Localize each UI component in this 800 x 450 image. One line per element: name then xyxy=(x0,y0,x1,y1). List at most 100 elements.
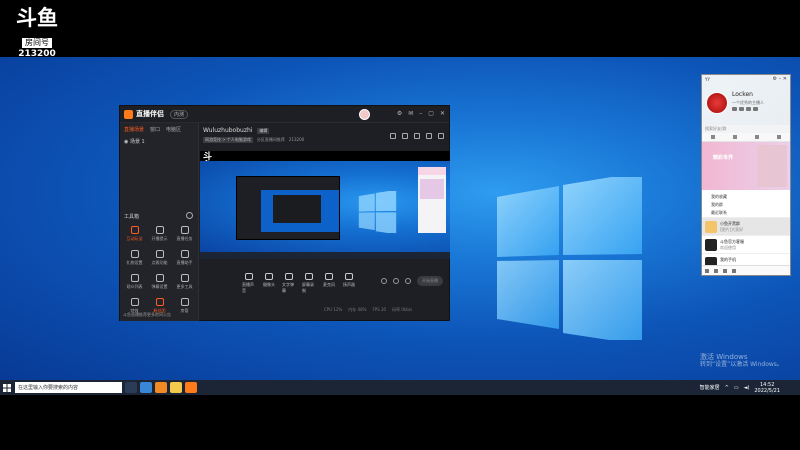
find-icon[interactable] xyxy=(723,268,727,273)
control-audio[interactable]: 直播声音 xyxy=(242,273,256,294)
record-icon[interactable] xyxy=(414,133,420,139)
tab-window[interactable]: 窗口 xyxy=(150,126,160,133)
camera-toggle-icon[interactable] xyxy=(381,278,387,284)
stream-preview[interactable]: 斗鱼 xyxy=(200,151,450,259)
status-icon[interactable] xyxy=(732,107,737,111)
tab-pc[interactable]: 电脑区 xyxy=(166,126,181,133)
tool-item[interactable]: 礼物设置 xyxy=(122,250,147,266)
control-speaker[interactable]: 扬声器 xyxy=(342,273,356,294)
tool-item[interactable]: 开播提示 xyxy=(147,226,172,242)
status-icon[interactable] xyxy=(753,107,758,111)
share-screen-icon[interactable] xyxy=(402,133,408,139)
status-icon[interactable] xyxy=(739,107,744,111)
room-title[interactable]: Wuluzhubobuzhi 编辑 xyxy=(203,127,270,134)
live-companion-window[interactable]: 直播伴侣 内测 ⚙ ✉ – ▢ ✕ 直播场景 窗口 电脑区 ◉ 场景 1 工具箱 xyxy=(119,105,450,321)
volume-icon[interactable]: ◄) xyxy=(744,385,750,391)
contacts-tab-icon[interactable] xyxy=(711,135,715,139)
tool-item[interactable]: 房管 xyxy=(172,298,197,314)
tool-item[interactable]: 更多工具 xyxy=(172,274,197,290)
control-mic[interactable]: 麦克风 xyxy=(322,273,336,294)
edit-room-tag[interactable]: 编辑 xyxy=(257,128,270,134)
tool-item[interactable]: 点歌功能 xyxy=(147,250,172,266)
close-icon[interactable]: ✕ xyxy=(440,110,445,117)
room-label: 房间号 xyxy=(22,38,52,48)
bell-icon[interactable] xyxy=(426,133,432,139)
status-icon[interactable] xyxy=(746,107,751,111)
scene-label: 场景 1 xyxy=(129,139,145,145)
tool-item[interactable]: 弹幕设置 xyxy=(147,274,172,290)
browser-icon[interactable] xyxy=(155,382,167,393)
taskbar-search-input[interactable]: 在这里输入你要搜索的内容 xyxy=(15,382,122,393)
app-pinned-icon[interactable] xyxy=(140,382,152,393)
minimize-icon[interactable]: – xyxy=(419,110,422,117)
start-live-button[interactable]: 开始直播 xyxy=(417,276,443,286)
chat-menu-item[interactable]: 我的收藏 xyxy=(711,193,790,201)
chat-item-subtitle: [图片]大家好 xyxy=(720,227,744,232)
control-screen[interactable]: 屏幕录制 xyxy=(302,273,316,294)
groups-tab-icon[interactable] xyxy=(733,135,737,139)
chat-status-icons xyxy=(732,107,758,111)
layout-icon[interactable] xyxy=(390,133,396,139)
add-contact-icon[interactable] xyxy=(714,268,718,273)
chat-banner[interactable]: 精彩世界 xyxy=(702,142,790,190)
maximize-icon[interactable]: ▢ xyxy=(428,110,434,117)
tray-arrow-icon[interactable]: ^ xyxy=(725,385,729,391)
settings-icon[interactable]: ⚙ xyxy=(397,110,402,117)
chat-avatar[interactable] xyxy=(706,92,728,114)
preview-desktop xyxy=(200,161,450,252)
record-toggle-icon[interactable] xyxy=(393,278,399,284)
chat-signature[interactable]: 一个优秀的主播人 xyxy=(732,100,764,106)
chat-banner-text: 精彩世界 xyxy=(713,155,734,161)
scene-row[interactable]: ◉ 场景 1 xyxy=(120,136,198,147)
tab-live-scene[interactable]: 直播场景 xyxy=(124,126,144,133)
share-icon[interactable] xyxy=(438,133,444,139)
tool-item[interactable]: 直播助手 xyxy=(172,250,197,266)
menu-icon[interactable] xyxy=(705,268,709,273)
windows-logo-icon xyxy=(497,177,642,340)
tool-icon xyxy=(180,298,189,306)
tray-label[interactable]: 智能家居 xyxy=(700,384,720,391)
tool-label: 更多工具 xyxy=(176,284,193,289)
user-avatar[interactable] xyxy=(359,109,370,120)
app-center-icon[interactable] xyxy=(732,268,736,273)
app-left-panel: 直播场景 窗口 电脑区 ◉ 场景 1 工具箱 互动玩法 开播提示 直播任务 礼物… xyxy=(120,123,199,321)
settings-toggle-icon[interactable] xyxy=(405,278,411,284)
tool-item[interactable]: 直播任务 xyxy=(172,226,197,242)
apps-tab-icon[interactable] xyxy=(777,135,781,139)
eye-icon[interactable]: ◉ xyxy=(124,139,128,145)
live-companion-taskbar-icon[interactable] xyxy=(185,382,197,393)
app-titlebar[interactable]: 直播伴侣 内测 ⚙ ✉ – ▢ ✕ xyxy=(120,106,449,123)
tool-label: 点歌功能 xyxy=(151,260,168,265)
tool-icon xyxy=(180,274,189,282)
control-text[interactable]: 文字弹幕 xyxy=(282,273,296,294)
version-badge[interactable]: 内测 xyxy=(170,109,189,119)
tool-item[interactable]: 观众列表 xyxy=(122,274,147,290)
chat-menu-item[interactable]: 最近联系 xyxy=(711,209,790,217)
chat-item-avatar xyxy=(705,239,717,251)
chat-list-item[interactable]: 斗鱼官方客服 欢迎使用 xyxy=(702,235,790,253)
chat-menu-item[interactable]: 我的群 xyxy=(711,201,790,209)
windows-desktop: 激活 Windows 转到“设置”以激活 Windows。 直播伴侣 内测 ⚙ … xyxy=(0,57,800,380)
chat-window[interactable]: YY ⚙ – ✕ Locken 一个优秀的主播人 搜索好友/群 精彩世界 我的收… xyxy=(701,74,791,276)
tool-item[interactable]: 互动玩法 xyxy=(122,226,147,242)
chat-item-title: 我的手机 xyxy=(720,257,736,262)
preview-windows-logo-icon xyxy=(358,191,397,233)
chat-user-name: Locken xyxy=(732,91,753,98)
mail-icon[interactable]: ✉ xyxy=(408,110,413,117)
control-camera[interactable]: 摄像头 xyxy=(262,273,276,294)
tool-icon xyxy=(155,298,164,306)
recent-tab-icon[interactable] xyxy=(755,135,759,139)
network-icon[interactable]: ▭ xyxy=(734,385,739,391)
chat-list-item[interactable]: 小鱼开黑群 [图片]大家好 xyxy=(702,217,790,235)
file-explorer-icon[interactable] xyxy=(170,382,182,393)
chat-search-input[interactable]: 搜索好友/群 xyxy=(702,125,790,133)
start-button[interactable] xyxy=(0,380,14,395)
app-logo-icon xyxy=(124,109,133,119)
taskbar-clock[interactable]: 14:52 2022/5/21 xyxy=(754,382,780,394)
task-view-icon[interactable] xyxy=(125,382,137,393)
left-footer-notice[interactable]: 斗鱼直播推荐更多房间公告 xyxy=(123,312,171,318)
toolbox-settings-icon[interactable] xyxy=(186,212,193,219)
room-category[interactable]: 网游竞技 > 个人电脑游戏 xyxy=(203,137,253,143)
system-tray: 智能家居 ^ ▭ ◄) 14:52 2022/5/21 xyxy=(700,380,780,395)
chat-window-controls[interactable]: ⚙ – ✕ xyxy=(773,76,787,82)
